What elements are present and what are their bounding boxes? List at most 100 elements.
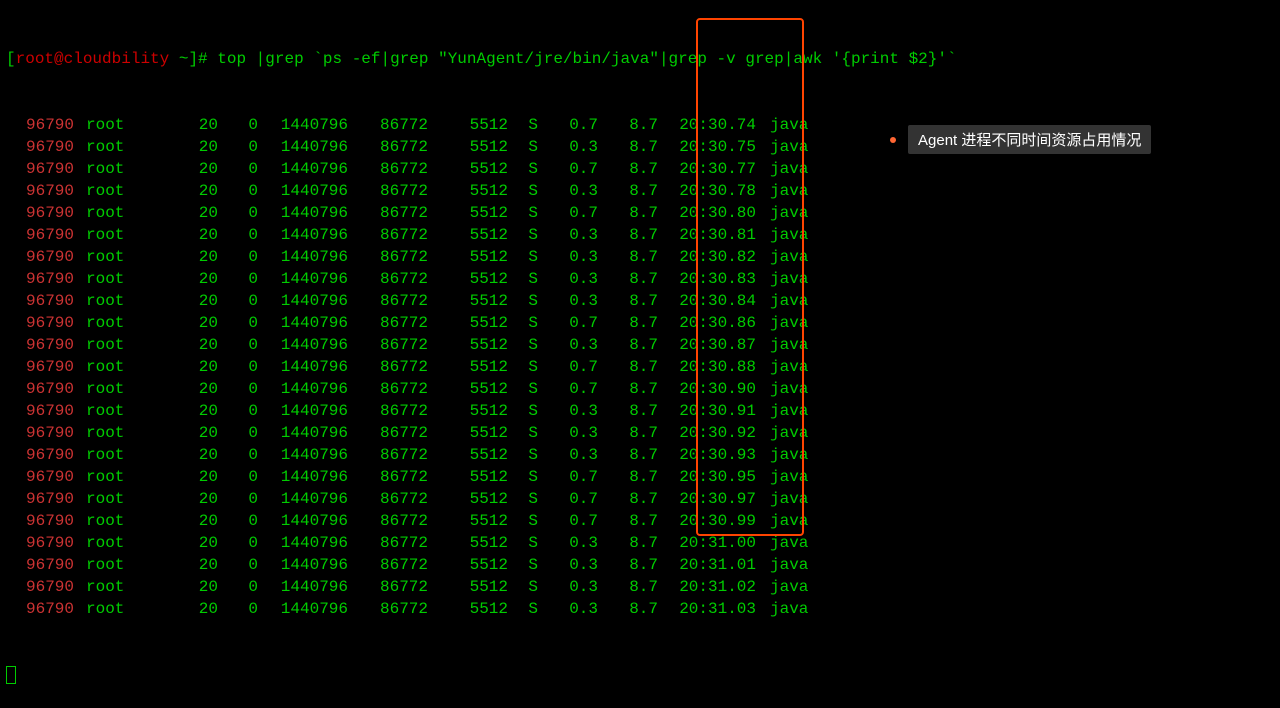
virt-cell: 1440796 bbox=[258, 510, 348, 532]
shr-cell: 5512 bbox=[428, 488, 508, 510]
ni-cell: 0 bbox=[218, 202, 258, 224]
ni-cell: 0 bbox=[218, 422, 258, 444]
state-cell: S bbox=[508, 532, 538, 554]
pid-cell: 96790 bbox=[6, 334, 78, 356]
cpu-cell: 0.3 bbox=[538, 334, 598, 356]
virt-cell: 1440796 bbox=[258, 202, 348, 224]
res-cell: 86772 bbox=[348, 532, 428, 554]
cpu-cell: 0.7 bbox=[538, 466, 598, 488]
mem-cell: 8.7 bbox=[598, 422, 658, 444]
res-cell: 86772 bbox=[348, 598, 428, 620]
ni-cell: 0 bbox=[218, 400, 258, 422]
prompt-at: @ bbox=[54, 50, 64, 68]
pid-cell: 96790 bbox=[6, 444, 78, 466]
res-cell: 86772 bbox=[348, 378, 428, 400]
command-cell: java bbox=[760, 114, 820, 136]
shr-cell: 5512 bbox=[428, 422, 508, 444]
time-cell: 20:30.81 bbox=[658, 224, 760, 246]
virt-cell: 1440796 bbox=[258, 598, 348, 620]
shr-cell: 5512 bbox=[428, 246, 508, 268]
virt-cell: 1440796 bbox=[258, 136, 348, 158]
command-cell: java bbox=[760, 422, 820, 444]
cpu-cell: 0.7 bbox=[538, 158, 598, 180]
state-cell: S bbox=[508, 180, 538, 202]
pid-cell: 96790 bbox=[6, 378, 78, 400]
mem-cell: 8.7 bbox=[598, 246, 658, 268]
pid-cell: 96790 bbox=[6, 466, 78, 488]
mem-cell: 8.7 bbox=[598, 202, 658, 224]
virt-cell: 1440796 bbox=[258, 356, 348, 378]
prompt-user: root bbox=[16, 50, 54, 68]
pid-cell: 96790 bbox=[6, 268, 78, 290]
shr-cell: 5512 bbox=[428, 114, 508, 136]
mem-cell: 8.7 bbox=[598, 136, 658, 158]
cpu-cell: 0.7 bbox=[538, 356, 598, 378]
virt-cell: 1440796 bbox=[258, 268, 348, 290]
shr-cell: 5512 bbox=[428, 532, 508, 554]
time-cell: 20:31.00 bbox=[658, 532, 760, 554]
user-cell: root bbox=[78, 246, 168, 268]
ni-cell: 0 bbox=[218, 312, 258, 334]
pid-cell: 96790 bbox=[6, 158, 78, 180]
command-prompt-line: [root@cloudbility ~]# top |grep `ps -ef|… bbox=[6, 48, 1274, 70]
virt-cell: 1440796 bbox=[258, 246, 348, 268]
pid-cell: 96790 bbox=[6, 290, 78, 312]
time-cell: 20:30.93 bbox=[658, 444, 760, 466]
state-cell: S bbox=[508, 466, 538, 488]
process-row: 96790root2001440796867725512S0.38.720:30… bbox=[6, 180, 1274, 202]
pr-cell: 20 bbox=[168, 224, 218, 246]
pr-cell: 20 bbox=[168, 466, 218, 488]
process-row: 96790root2001440796867725512S0.78.720:30… bbox=[6, 312, 1274, 334]
command-cell: java bbox=[760, 378, 820, 400]
user-cell: root bbox=[78, 488, 168, 510]
cpu-cell: 0.7 bbox=[538, 202, 598, 224]
process-row: 96790root2001440796867725512S0.78.720:30… bbox=[6, 466, 1274, 488]
mem-cell: 8.7 bbox=[598, 268, 658, 290]
process-row: 96790root2001440796867725512S0.38.720:30… bbox=[6, 290, 1274, 312]
pid-cell: 96790 bbox=[6, 202, 78, 224]
cursor-line bbox=[6, 664, 1274, 686]
pr-cell: 20 bbox=[168, 576, 218, 598]
cpu-cell: 0.7 bbox=[538, 312, 598, 334]
prompt-host: cloudbility bbox=[64, 50, 170, 68]
shr-cell: 5512 bbox=[428, 180, 508, 202]
pr-cell: 20 bbox=[168, 202, 218, 224]
cpu-cell: 0.3 bbox=[538, 136, 598, 158]
virt-cell: 1440796 bbox=[258, 312, 348, 334]
shr-cell: 5512 bbox=[428, 444, 508, 466]
pr-cell: 20 bbox=[168, 598, 218, 620]
pid-cell: 96790 bbox=[6, 180, 78, 202]
res-cell: 86772 bbox=[348, 202, 428, 224]
user-cell: root bbox=[78, 224, 168, 246]
res-cell: 86772 bbox=[348, 224, 428, 246]
prompt-command: top |grep `ps -ef|grep "YunAgent/jre/bin… bbox=[217, 50, 956, 68]
res-cell: 86772 bbox=[348, 400, 428, 422]
command-cell: java bbox=[760, 268, 820, 290]
pr-cell: 20 bbox=[168, 312, 218, 334]
process-row: 96790root2001440796867725512S0.38.720:30… bbox=[6, 444, 1274, 466]
time-cell: 20:30.91 bbox=[658, 400, 760, 422]
shr-cell: 5512 bbox=[428, 334, 508, 356]
cpu-cell: 0.7 bbox=[538, 114, 598, 136]
pr-cell: 20 bbox=[168, 444, 218, 466]
cpu-cell: 0.3 bbox=[538, 180, 598, 202]
time-cell: 20:30.86 bbox=[658, 312, 760, 334]
ni-cell: 0 bbox=[218, 532, 258, 554]
res-cell: 86772 bbox=[348, 466, 428, 488]
mem-cell: 8.7 bbox=[598, 356, 658, 378]
virt-cell: 1440796 bbox=[258, 378, 348, 400]
ni-cell: 0 bbox=[218, 510, 258, 532]
shr-cell: 5512 bbox=[428, 202, 508, 224]
pr-cell: 20 bbox=[168, 510, 218, 532]
res-cell: 86772 bbox=[348, 180, 428, 202]
virt-cell: 1440796 bbox=[258, 400, 348, 422]
terminal-output[interactable]: [root@cloudbility ~]# top |grep `ps -ef|… bbox=[6, 4, 1274, 708]
annotation-callout: Agent 进程不同时间资源占用情况 bbox=[890, 125, 1151, 154]
mem-cell: 8.7 bbox=[598, 444, 658, 466]
time-cell: 20:30.92 bbox=[658, 422, 760, 444]
pr-cell: 20 bbox=[168, 334, 218, 356]
command-cell: java bbox=[760, 312, 820, 334]
command-cell: java bbox=[760, 488, 820, 510]
mem-cell: 8.7 bbox=[598, 510, 658, 532]
pid-cell: 96790 bbox=[6, 532, 78, 554]
